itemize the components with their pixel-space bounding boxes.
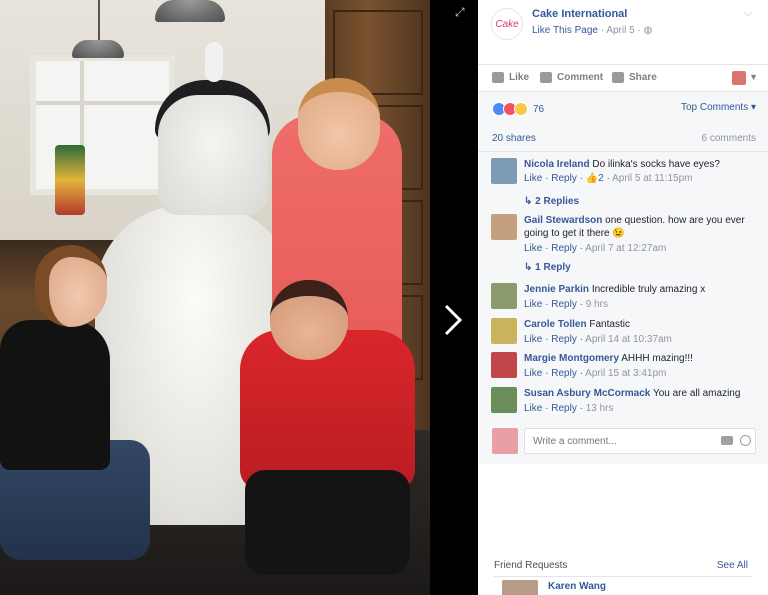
thumbs-up-icon bbox=[492, 72, 504, 83]
friend-requests-title: Friend Requests bbox=[494, 560, 568, 571]
pendant-lamp bbox=[72, 40, 124, 58]
wow-reaction-icon bbox=[514, 102, 528, 116]
comment-reply-link[interactable]: Reply bbox=[551, 299, 577, 310]
comment-text: AHHH mazing!!! bbox=[621, 353, 693, 364]
pendant-lamp bbox=[155, 0, 225, 22]
emoji-icon[interactable] bbox=[740, 435, 751, 446]
mannequin-knob bbox=[205, 42, 223, 82]
comment-like-link[interactable]: Like bbox=[524, 243, 542, 254]
comment-like-link[interactable]: Like bbox=[524, 403, 542, 414]
person-head bbox=[270, 280, 348, 360]
camera-icon[interactable] bbox=[721, 436, 733, 445]
post-date[interactable]: April 5 bbox=[606, 25, 634, 36]
friend-request-avatar[interactable] bbox=[502, 580, 538, 595]
photo-viewer: ⤢ Cake Cake International Like This Page… bbox=[0, 0, 768, 595]
friend-request-name[interactable]: Karen Wang bbox=[548, 581, 606, 592]
comment-count: 6 comments bbox=[701, 133, 756, 144]
comment-time[interactable]: April 7 at 12:27am bbox=[585, 243, 666, 254]
page-name[interactable]: Cake International bbox=[532, 8, 627, 20]
comment-author[interactable]: Margie Montgomery bbox=[524, 353, 619, 364]
comment-like-link[interactable]: Like bbox=[524, 173, 542, 184]
comment-time[interactable]: April 14 at 10:37am bbox=[585, 334, 672, 345]
person-head bbox=[35, 245, 107, 327]
comment-text: Fantastic bbox=[589, 319, 630, 330]
post-meta: Like This Page · April 5 · ◍ bbox=[532, 25, 653, 36]
comment-author[interactable]: Jennie Parkin bbox=[524, 284, 589, 295]
divider bbox=[494, 576, 752, 577]
expand-icon[interactable]: ⤢ bbox=[455, 5, 465, 20]
page-avatar[interactable]: Cake bbox=[491, 8, 523, 40]
comment-reply-link[interactable]: Reply bbox=[551, 403, 577, 414]
commenter-avatar[interactable] bbox=[491, 158, 517, 184]
shares-row: 20 shares 6 comments bbox=[478, 124, 768, 152]
share-button[interactable]: Share bbox=[612, 72, 657, 83]
comment-icon bbox=[540, 72, 552, 83]
reactions-row: 76 Top Comments ▾ bbox=[478, 92, 768, 124]
comment-actions: Like · Reply · 9 hrs bbox=[524, 299, 608, 310]
comment-text: Do ilinka's socks have eyes? bbox=[592, 159, 720, 170]
thumbs-up-icon: 👍 bbox=[585, 173, 599, 184]
reply-arrow-icon: ↳ bbox=[524, 196, 533, 207]
globe-icon: ◍ bbox=[643, 25, 653, 36]
like-page-link[interactable]: Like This Page bbox=[532, 25, 598, 36]
comment-text: Incredible truly amazing x bbox=[591, 284, 706, 295]
avatar[interactable] bbox=[492, 428, 518, 454]
comment-like-link[interactable]: Like bbox=[524, 368, 542, 379]
action-bar: Like Comment Share ▼ bbox=[478, 64, 768, 92]
comment-reply-link[interactable]: Reply bbox=[551, 368, 577, 379]
comment-like-link[interactable]: Like bbox=[524, 299, 542, 310]
cake-tiers bbox=[55, 145, 85, 215]
reaction-count: 76 bbox=[533, 103, 545, 115]
comment-time[interactable]: 13 hrs bbox=[586, 403, 614, 414]
commenter-avatar[interactable] bbox=[491, 214, 517, 240]
comment-reply-link[interactable]: Reply bbox=[551, 173, 577, 184]
like-button[interactable]: Like bbox=[492, 72, 529, 83]
view-replies-link[interactable]: ↳ 1 Reply bbox=[524, 262, 571, 273]
comment-like-link[interactable]: Like bbox=[524, 334, 542, 345]
share-icon bbox=[612, 72, 624, 83]
comment-actions: Like · Reply · 👍2 · April 5 at 11:15pm bbox=[524, 173, 693, 184]
caret-down-icon[interactable]: ▼ bbox=[749, 72, 758, 82]
comment-list: Nicola Ireland Do ilinka's socks have ey… bbox=[478, 152, 768, 462]
comment-author[interactable]: Gail Stewardson bbox=[524, 215, 602, 226]
comment-actions: Like · Reply · 13 hrs bbox=[524, 403, 614, 414]
top-comments-dropdown[interactable]: Top Comments ▾ bbox=[681, 102, 756, 113]
comment-actions: Like · Reply · April 14 at 10:37am bbox=[524, 334, 672, 345]
comment-composer bbox=[478, 422, 768, 464]
comment-likes-count[interactable]: 2 bbox=[598, 173, 604, 184]
page-logo: Cake bbox=[495, 18, 519, 30]
reply-arrow-icon: ↳ bbox=[524, 262, 533, 273]
window bbox=[30, 55, 175, 195]
chevron-down-icon[interactable]: ⌵ bbox=[744, 7, 752, 20]
person-black-top bbox=[0, 320, 110, 470]
friend-requests-panel: Friend Requests See All Karen Wang bbox=[478, 552, 768, 595]
reactions-summary[interactable]: 76 bbox=[492, 102, 544, 116]
comment-button[interactable]: Comment bbox=[540, 72, 603, 83]
comment-author[interactable]: Nicola Ireland bbox=[524, 159, 590, 170]
commenter-avatar[interactable] bbox=[491, 283, 517, 309]
shares-link[interactable]: 20 shares bbox=[492, 133, 536, 144]
view-replies-link[interactable]: ↳ 2 Replies bbox=[524, 196, 579, 207]
comment-reply-link[interactable]: Reply bbox=[551, 243, 577, 254]
commenter-avatar[interactable] bbox=[491, 318, 517, 344]
comment-time[interactable]: April 5 at 11:15pm bbox=[612, 173, 692, 184]
comment-time[interactable]: April 15 at 3:41pm bbox=[585, 368, 666, 379]
comment-actions: Like · Reply · April 7 at 12:27am bbox=[524, 243, 667, 254]
comment-author[interactable]: Carole Tollen bbox=[524, 319, 587, 330]
cake-dress-bodice bbox=[158, 95, 268, 215]
comment-text: You are all amazing bbox=[652, 388, 741, 399]
post-sidebar: Cake Cake International Like This Page ·… bbox=[478, 0, 768, 595]
comment-author[interactable]: Susan Asbury McCormack bbox=[524, 388, 650, 399]
commenter-avatar[interactable] bbox=[491, 352, 517, 378]
post-photo[interactable] bbox=[0, 0, 430, 595]
next-arrow-icon[interactable] bbox=[438, 290, 468, 350]
actor-avatar[interactable] bbox=[732, 71, 746, 85]
comment-reply-link[interactable]: Reply bbox=[551, 334, 577, 345]
person-head bbox=[298, 78, 380, 170]
comment-actions: Like · Reply · April 15 at 3:41pm bbox=[524, 368, 667, 379]
post-header: Cake Cake International Like This Page ·… bbox=[478, 0, 768, 62]
commenter-avatar[interactable] bbox=[491, 387, 517, 413]
comment-time[interactable]: 9 hrs bbox=[586, 299, 608, 310]
see-all-link[interactable]: See All bbox=[717, 560, 748, 571]
